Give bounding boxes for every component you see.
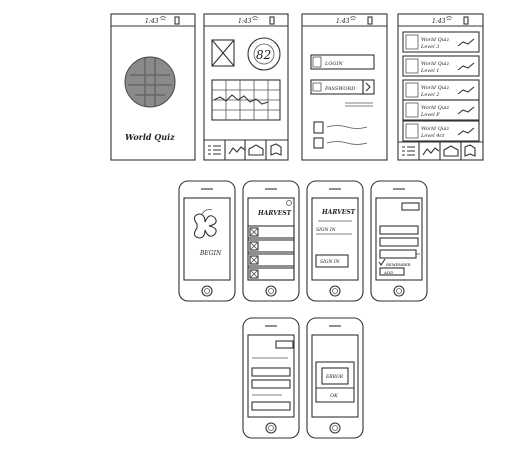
checkbox[interactable] [378, 258, 386, 266]
top-screen-4: 1:43 World Quiz Level 3 World Quiz Level… [397, 13, 484, 161]
battery-icon [269, 16, 275, 25]
top-screen-2: 1:43 82 [203, 13, 289, 161]
list-item[interactable] [247, 239, 295, 253]
avatar [405, 82, 419, 98]
wireframe-sketch-sheet: 1:43 World Quiz 1:43 82 1:43 LOGIN PASSW… [110, 13, 484, 439]
sign-in-label: SIGN IN [316, 227, 337, 233]
submit-button[interactable] [251, 401, 291, 411]
forgot-link[interactable] [345, 102, 373, 107]
bottom-phone-1 [242, 317, 300, 439]
battery-icon [463, 16, 469, 25]
battery-icon [367, 16, 373, 25]
home-icon[interactable] [443, 145, 459, 157]
globe-image [124, 56, 176, 108]
remember-label: REMEMBER [385, 262, 411, 267]
wifi-icon [251, 16, 259, 21]
list-item[interactable]: World Quiz Level 1 [402, 55, 480, 77]
svg-text:Level F: Level F [420, 112, 440, 118]
list-item[interactable] [247, 267, 295, 281]
input-field[interactable] [251, 367, 291, 377]
trend-icon [457, 127, 475, 136]
middle-phone-4: REMEMBER ADD [370, 180, 428, 302]
app-logo [193, 213, 217, 239]
svg-text:Level 2: Level 2 [420, 92, 439, 98]
submit-button[interactable] [362, 79, 375, 95]
begin-button[interactable]: BEGIN [199, 250, 222, 257]
avatar [405, 58, 419, 74]
list-item[interactable] [247, 253, 295, 267]
header-button[interactable] [275, 340, 294, 349]
list-item[interactable]: World Quiz Level 3 [402, 31, 480, 53]
list-item[interactable]: World Quiz Level F [402, 99, 480, 121]
top-screen-3: 1:43 LOGIN PASSWORD [301, 13, 388, 161]
page-title: HARVEST [321, 209, 356, 216]
svg-text:Level 3: Level 3 [420, 44, 439, 50]
home-button[interactable] [329, 285, 341, 297]
list-icon[interactable] [402, 146, 415, 156]
map-icon[interactable] [270, 143, 282, 156]
svg-text:1:43: 1:43 [336, 18, 350, 25]
list-item[interactable]: World Quiz Level 4ct [402, 120, 480, 142]
svg-text:World Quiz: World Quiz [421, 126, 450, 132]
wifi-icon [445, 16, 453, 21]
chart-icon[interactable] [422, 147, 440, 156]
list-icon[interactable] [208, 145, 221, 155]
list-item[interactable] [247, 225, 295, 239]
app-title: World Quiz [125, 132, 175, 142]
home-button[interactable] [265, 422, 277, 434]
facebook-icon[interactable] [313, 121, 324, 134]
home-button[interactable] [329, 422, 341, 434]
social-icon[interactable] [313, 137, 324, 149]
chart-icon[interactable] [228, 146, 246, 155]
trend-icon [457, 86, 475, 95]
avatar [405, 102, 419, 118]
trend-icon [457, 62, 475, 71]
trend-icon [457, 38, 475, 47]
svg-text:Level 4ct: Level 4ct [420, 133, 445, 139]
svg-text:World Quiz: World Quiz [421, 37, 450, 43]
password-field[interactable] [379, 249, 417, 259]
svg-text:1:43: 1:43 [238, 18, 252, 25]
user-icon [312, 56, 322, 68]
home-button[interactable] [265, 285, 277, 297]
map-icon[interactable] [464, 144, 476, 157]
middle-phone-3: HARVEST SIGN IN SIGN IN [306, 180, 364, 302]
input-field[interactable] [251, 379, 291, 389]
avatar [405, 123, 419, 139]
svg-text:Level 1: Level 1 [420, 68, 439, 74]
login-placeholder: LOGIN [324, 61, 343, 67]
list-item[interactable]: World Quiz Level 2 [402, 79, 480, 101]
battery-icon [174, 16, 180, 25]
status-time: 1:43 [145, 18, 159, 25]
svg-text:1:43: 1:43 [432, 18, 446, 25]
top-screen-1: 1:43 World Quiz [110, 13, 196, 161]
email-field[interactable] [379, 237, 419, 247]
score-value: 82 [256, 48, 271, 62]
svg-text:SIGN IN: SIGN IN [320, 259, 341, 265]
svg-text:ADD: ADD [383, 270, 394, 275]
password-placeholder: PASSWORD [324, 86, 355, 92]
home-button[interactable] [393, 285, 405, 297]
header-button[interactable] [401, 202, 420, 211]
svg-text:World Quiz: World Quiz [421, 105, 450, 111]
ok-button[interactable]: OK [330, 393, 338, 399]
gear-icon[interactable] [286, 200, 292, 206]
avatar [405, 34, 419, 50]
home-icon[interactable] [248, 144, 264, 156]
home-button[interactable] [201, 285, 213, 297]
chevron-right-icon [365, 82, 371, 92]
page-title: HARVEST [257, 210, 292, 217]
wifi-icon [349, 16, 357, 21]
key-icon [312, 82, 322, 92]
username-field[interactable] [379, 225, 419, 235]
trend-icon [457, 106, 475, 115]
middle-phone-2: HARVEST [242, 180, 300, 302]
svg-text:World Quiz: World Quiz [421, 61, 450, 67]
middle-phone-1: BEGIN [178, 180, 236, 302]
bottom-phone-2: ERROR OK [306, 317, 364, 439]
svg-text:World Quiz: World Quiz [421, 85, 450, 91]
dialog-text: ERROR [325, 374, 344, 380]
wifi-icon [159, 16, 167, 21]
